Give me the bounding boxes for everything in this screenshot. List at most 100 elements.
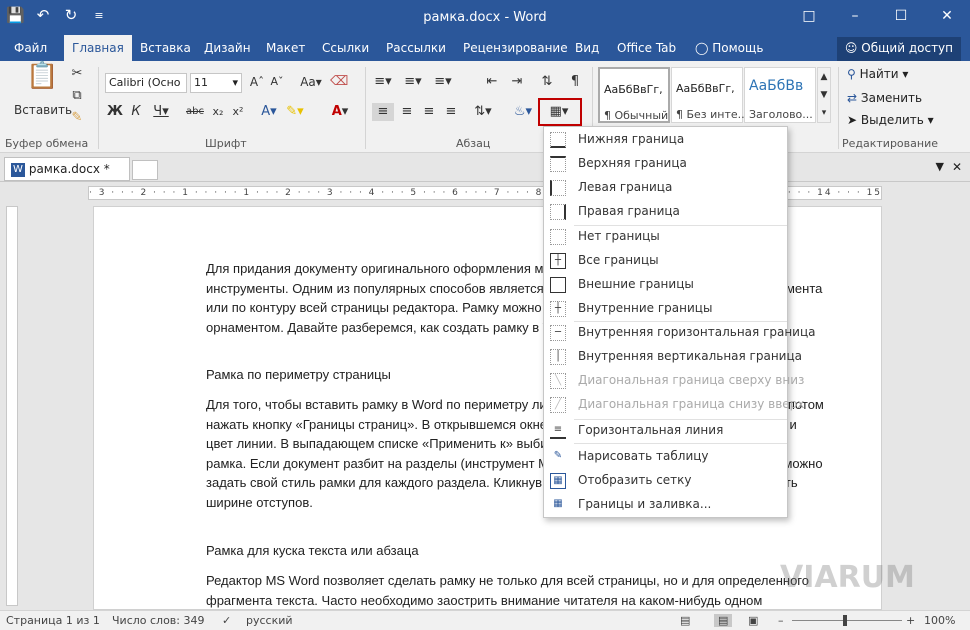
- clear-formatting-icon[interactable]: ⌫: [330, 73, 348, 91]
- menu-item-label: Внешние границы: [578, 277, 694, 291]
- numbering-icon[interactable]: ≡▾: [402, 73, 424, 91]
- tab-help[interactable]: ◯ Помощь: [695, 41, 763, 55]
- minimize-icon[interactable]: –: [832, 0, 878, 32]
- menu-item-right-border[interactable]: Правая граница: [544, 200, 787, 224]
- doc-tab[interactable]: W рамка.docx *: [4, 157, 130, 181]
- diagonal-down-icon: ╲: [550, 373, 566, 389]
- web-layout-icon[interactable]: ▣: [748, 614, 758, 627]
- styles-scroll[interactable]: ▲ ▼ ▾: [817, 67, 831, 123]
- menu-item-top-border[interactable]: Верхняя граница: [544, 152, 787, 176]
- line-spacing-icon[interactable]: ⇅▾: [470, 103, 496, 121]
- tab-insert[interactable]: Вставка: [140, 41, 191, 55]
- spelling-icon[interactable]: ✓: [222, 614, 231, 627]
- menu-item-view-gridlines[interactable]: ▦ Отобразить сетку: [544, 469, 787, 493]
- new-tab-button[interactable]: [132, 160, 158, 180]
- tab-mailings[interactable]: Рассылки: [386, 41, 446, 55]
- menu-item-label: Границы и заливка...: [578, 497, 712, 511]
- tab-layout[interactable]: Макет: [266, 41, 305, 55]
- bold-icon[interactable]: Ж: [107, 103, 123, 121]
- highlight-icon[interactable]: ✎▾: [284, 103, 306, 121]
- menu-item-draw-table[interactable]: ✎ Нарисовать таблицу: [544, 445, 787, 469]
- tab-review[interactable]: Рецензирование: [463, 41, 568, 55]
- tab-home[interactable]: Главная: [64, 35, 132, 61]
- menu-item-inside-vertical[interactable]: │ Внутренняя вертикальная граница: [544, 345, 802, 369]
- font-color-icon[interactable]: A▾: [328, 103, 352, 121]
- zoom-thumb[interactable]: [843, 615, 847, 626]
- shading-icon[interactable]: ♨▾: [510, 103, 536, 121]
- page-count[interactable]: Страница 1 из 1: [6, 614, 100, 627]
- format-painter-icon[interactable]: ✎: [68, 109, 86, 127]
- word-count[interactable]: Число слов: 349: [112, 614, 205, 627]
- tab-file[interactable]: Файл: [14, 41, 47, 55]
- justify-icon[interactable]: ≡: [440, 103, 462, 121]
- close-icon[interactable]: ✕: [924, 0, 970, 32]
- select-label: Выделить: [860, 113, 924, 127]
- menu-item-outside-borders[interactable]: Внешние границы: [544, 273, 787, 297]
- menu-item-borders-shading[interactable]: ▦ Границы и заливка...: [544, 493, 787, 517]
- align-right-icon[interactable]: ≡: [418, 103, 440, 121]
- print-layout-icon[interactable]: ▤: [714, 614, 733, 627]
- menu-item-horizontal-line[interactable]: ≡ Горизонтальная линия: [544, 419, 787, 443]
- copy-icon[interactable]: ⧉: [68, 87, 86, 105]
- style-no-spacing[interactable]: АаБбВвГг, ¶ Без инте...: [671, 67, 748, 123]
- menu-item-inside-horizontal[interactable]: ─ Внутренняя горизонтальная граница: [544, 321, 816, 345]
- tab-design[interactable]: Дизайн: [204, 41, 251, 55]
- read-mode-icon[interactable]: ▤: [680, 614, 690, 627]
- paste-button-label[interactable]: Вставить: [14, 101, 72, 119]
- subscript-icon[interactable]: x₂: [210, 103, 226, 121]
- vertical-ruler[interactable]: [6, 206, 18, 606]
- left-border-icon: [550, 180, 566, 196]
- zoom-level[interactable]: 100%: [924, 614, 955, 627]
- tab-office-tab[interactable]: Office Tab: [617, 41, 676, 55]
- zoom-in-icon[interactable]: +: [906, 614, 915, 627]
- change-case-icon[interactable]: Aa▾: [298, 73, 324, 91]
- replace-icon: ⇄: [847, 91, 858, 105]
- menu-item-all-borders[interactable]: ┼ Все границы: [544, 249, 787, 273]
- select-button[interactable]: ➤ Выделить ▾: [847, 113, 934, 127]
- zoom-slider[interactable]: [792, 620, 902, 621]
- menu-item-label: Внутренние границы: [578, 301, 713, 315]
- share-button[interactable]: ☺ Общий доступ: [836, 37, 961, 61]
- menu-item-label: Отобразить сетку: [578, 473, 692, 487]
- strikethrough-icon[interactable]: abc: [184, 103, 206, 121]
- zoom-out-icon[interactable]: –: [778, 614, 784, 627]
- ribbon-display-icon[interactable]: □: [786, 0, 832, 32]
- style-sample: АаБбВвГг,: [604, 83, 663, 96]
- superscript-icon[interactable]: x²: [230, 103, 246, 121]
- tab-references[interactable]: Ссылки: [322, 41, 369, 55]
- cut-icon[interactable]: ✂: [68, 65, 86, 83]
- align-center-icon[interactable]: ≡: [396, 103, 418, 121]
- underline-icon[interactable]: Ч▾: [150, 103, 172, 121]
- font-size-combo[interactable]: 11 ▾: [190, 73, 242, 93]
- doc-tab-label: рамка.docx *: [28, 162, 110, 176]
- chevron-down-icon: ▾: [232, 76, 238, 89]
- decrease-indent-icon[interactable]: ⇤: [482, 73, 502, 91]
- tab-list-icon[interactable]: ▼: [936, 160, 944, 173]
- draw-table-icon: ✎: [553, 450, 563, 461]
- paste-icon[interactable]: 📋: [26, 63, 58, 99]
- menu-item-inside-borders[interactable]: ┼ Внутренние границы: [544, 297, 787, 321]
- style-heading[interactable]: АаБбВв Заголово...: [744, 67, 816, 123]
- bullets-icon[interactable]: ≡▾: [372, 73, 394, 91]
- shrink-font-icon[interactable]: Aˇ: [268, 73, 286, 91]
- maximize-icon[interactable]: ☐: [878, 0, 924, 32]
- menu-item-bottom-border[interactable]: Нижняя граница: [544, 128, 787, 152]
- replace-button[interactable]: ⇄ Заменить: [847, 91, 922, 105]
- menu-item-no-border[interactable]: Нет границы: [544, 225, 787, 249]
- find-button[interactable]: ⚲ Найти ▾: [847, 67, 908, 81]
- language[interactable]: русский: [246, 614, 293, 627]
- align-left-icon[interactable]: ≡: [372, 103, 394, 121]
- sort-icon[interactable]: ⇅: [538, 73, 556, 91]
- multilevel-list-icon[interactable]: ≡▾: [432, 73, 454, 91]
- show-marks-icon[interactable]: ¶: [566, 73, 584, 91]
- grow-font-icon[interactable]: Aˆ: [248, 73, 266, 91]
- italic-icon[interactable]: К: [128, 103, 144, 121]
- close-doc-icon[interactable]: ✕: [952, 160, 962, 174]
- menu-item-left-border[interactable]: Левая граница: [544, 176, 787, 200]
- menu-item-label: Диагональная граница снизу вверх: [578, 397, 805, 411]
- font-name-combo[interactable]: Calibri (Осно: [105, 73, 187, 93]
- increase-indent-icon[interactable]: ⇥: [507, 73, 527, 91]
- text-effects-icon[interactable]: A▾: [258, 103, 280, 121]
- style-normal[interactable]: АаБбВвГг, ¶ Обычный: [598, 67, 670, 123]
- tab-view[interactable]: Вид: [575, 41, 599, 55]
